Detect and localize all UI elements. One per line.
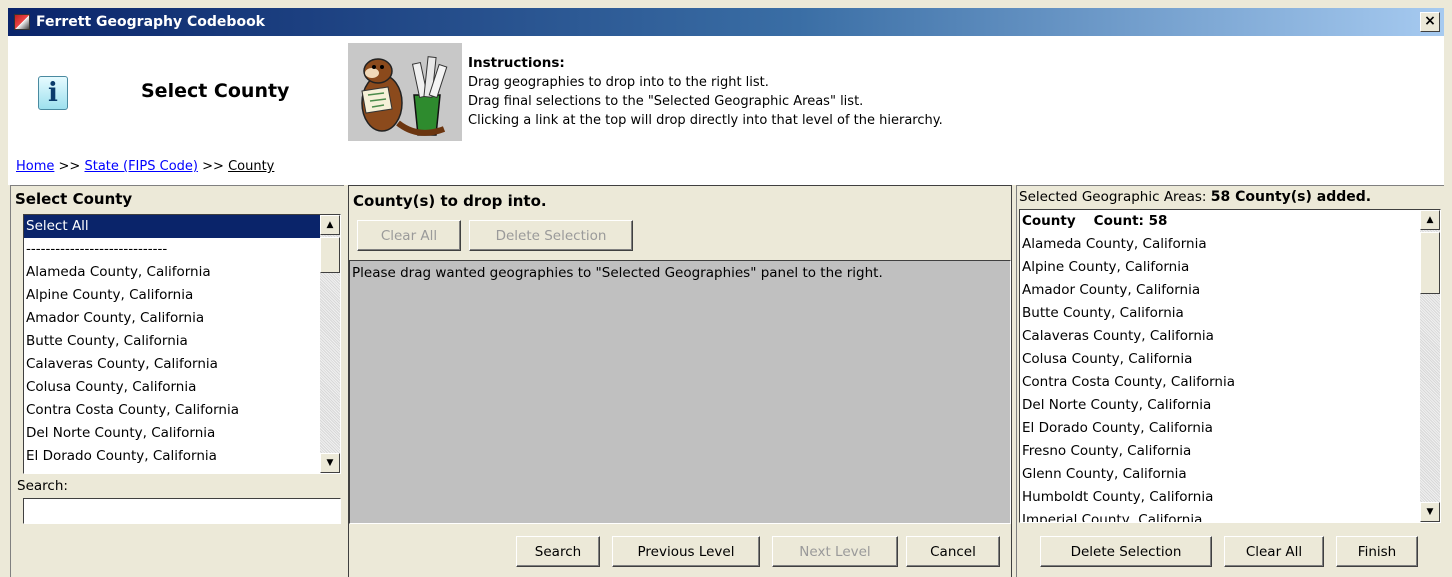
list-item[interactable]: Fresno County, California [1020, 440, 1440, 463]
window-body: i Select County Instructions: Drag geogr… [8, 36, 1444, 577]
list-item[interactable]: Colusa County, California [1020, 348, 1440, 371]
title-bar: Ferrett Geography Codebook × [8, 8, 1444, 36]
list-item[interactable]: Glenn County, California [1020, 463, 1440, 486]
search-label: Search: [17, 478, 68, 494]
list-item[interactable]: Calaveras County, California [1020, 325, 1440, 348]
column-header-count: Count: 58 [1093, 213, 1168, 229]
finish-button[interactable]: Finish [1336, 536, 1418, 567]
breadcrumb-current: County [228, 159, 275, 174]
list-item[interactable]: El Dorado County, California [24, 445, 340, 468]
list-item[interactable]: Humboldt County, California [1020, 486, 1440, 509]
scroll-thumb[interactable] [1420, 232, 1440, 294]
panel-heading: County(s) to drop into. [353, 192, 547, 210]
app-icon [14, 14, 30, 30]
list-item[interactable]: Contra Costa County, California [24, 399, 340, 422]
list-item[interactable]: Amador County, California [24, 307, 340, 330]
list-item-select-all[interactable]: Select All [24, 215, 320, 238]
ferret-mascot-image [348, 43, 462, 141]
instruction-line: Drag final selections to the "Selected G… [468, 94, 864, 109]
column-header-county: County [1022, 213, 1076, 229]
list-item[interactable]: Alameda County, California [24, 261, 340, 284]
scroll-down-icon[interactable]: ▼ [1420, 502, 1440, 522]
list-scrollbar[interactable]: ▲ ▼ [1420, 210, 1440, 522]
drop-area[interactable]: Please drag wanted geographies to "Selec… [349, 260, 1011, 524]
drop-into-panel: County(s) to drop into. Clear All Delete… [348, 185, 1012, 577]
instruction-line: Clicking a link at the top will drop dir… [468, 113, 943, 128]
breadcrumb-separator: >> [58, 159, 81, 174]
list-item[interactable]: Alpine County, California [24, 284, 340, 307]
next-level-button[interactable]: Next Level [772, 536, 898, 567]
clear-all-button[interactable]: Clear All [357, 220, 461, 251]
list-item[interactable]: Del Norte County, California [24, 422, 340, 445]
list-item[interactable]: Butte County, California [1020, 302, 1440, 325]
delete-selection-button[interactable]: Delete Selection [469, 220, 633, 251]
selected-areas-list[interactable]: County Count: 58 Alameda County, Californ… [1019, 209, 1441, 523]
panels-area: Select County Select All ---------------… [8, 185, 1444, 577]
clear-all-button[interactable]: Clear All [1224, 536, 1324, 567]
search-input[interactable] [23, 498, 341, 524]
select-county-panel: Select County Select All ---------------… [10, 185, 344, 577]
scroll-down-icon[interactable]: ▼ [320, 453, 340, 473]
delete-selection-button[interactable]: Delete Selection [1040, 536, 1212, 567]
list-item[interactable]: El Dorado County, California [1020, 417, 1440, 440]
scroll-thumb[interactable] [320, 237, 340, 273]
scroll-up-icon[interactable]: ▲ [320, 215, 340, 235]
search-button[interactable]: Search [516, 536, 600, 567]
instruction-line: Drag geographies to drop into to the rig… [468, 75, 769, 90]
panel-heading: Select County [15, 190, 133, 208]
list-header: County Count: 58 [1020, 210, 1440, 233]
page-title: Select County [141, 80, 290, 102]
list-item[interactable]: Amador County, California [1020, 279, 1440, 302]
list-item[interactable]: Calaveras County, California [24, 353, 340, 376]
instructions: Instructions: Drag geographies to drop i… [468, 54, 943, 130]
instructions-title: Instructions: [468, 55, 565, 71]
selected-areas-count: 58 County(s) added. [1210, 189, 1372, 205]
list-item[interactable]: Contra Costa County, California [1020, 371, 1440, 394]
list-separator: ----------------------------- [26, 241, 168, 257]
list-item[interactable]: Butte County, California [24, 330, 340, 353]
info-icon: i [38, 76, 68, 110]
list-scrollbar[interactable]: ▲ ▼ [320, 215, 340, 473]
close-button[interactable]: × [1420, 12, 1440, 32]
breadcrumb-home-link[interactable]: Home [16, 159, 54, 174]
cancel-button[interactable]: Cancel [906, 536, 1000, 567]
list-item[interactable]: Colusa County, California [24, 376, 340, 399]
window-title: Ferrett Geography Codebook [36, 14, 265, 30]
selected-areas-heading: Selected Geographic Areas: 58 County(s) … [1019, 189, 1371, 205]
selected-areas-label: Selected Geographic Areas: [1019, 189, 1207, 205]
drop-area-message: Please drag wanted geographies to "Selec… [352, 265, 883, 281]
list-item[interactable]: Del Norte County, California [1020, 394, 1440, 417]
list-item[interactable]: Imperial County, California [1020, 509, 1440, 522]
selected-areas-panel: Selected Geographic Areas: 58 County(s) … [1016, 185, 1444, 577]
list-item[interactable]: Alpine County, California [1020, 256, 1440, 279]
breadcrumb: Home >> State (FIPS Code) >> County [16, 159, 274, 174]
list-item[interactable]: Alameda County, California [1020, 233, 1440, 256]
breadcrumb-separator: >> [202, 159, 224, 174]
breadcrumb-state-link[interactable]: State (FIPS Code) [84, 159, 198, 174]
county-list[interactable]: Select All -----------------------------… [23, 214, 341, 474]
previous-level-button[interactable]: Previous Level [612, 536, 760, 567]
scroll-up-icon[interactable]: ▲ [1420, 210, 1440, 230]
